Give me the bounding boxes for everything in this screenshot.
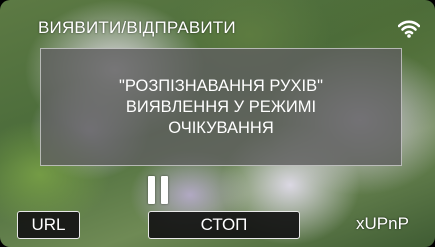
message-line-1: "РОЗПІЗНАВАННЯ РУХІВ" <box>118 76 323 95</box>
xupnp-indicator: xUPnP <box>356 214 409 233</box>
message-line-2: ВИЯВЛЕННЯ У РЕЖИМІ <box>125 97 317 116</box>
stop-button[interactable]: СТОП <box>148 211 300 239</box>
page-title: ВИЯВИТИ/ВІДПРАВИТИ <box>38 18 236 37</box>
pause-icon <box>148 176 170 204</box>
wifi-icon <box>398 20 420 38</box>
camera-screen: ВИЯВИТИ/ВІДПРАВИТИ "РОЗПІЗНАВАННЯ РУХІВ"… <box>0 0 435 247</box>
message-line-3: ОЧІКУВАННЯ <box>168 118 274 137</box>
status-message-box: "РОЗПІЗНАВАННЯ РУХІВ" ВИЯВЛЕННЯ У РЕЖИМІ… <box>40 48 402 166</box>
url-button[interactable]: URL <box>17 211 80 239</box>
